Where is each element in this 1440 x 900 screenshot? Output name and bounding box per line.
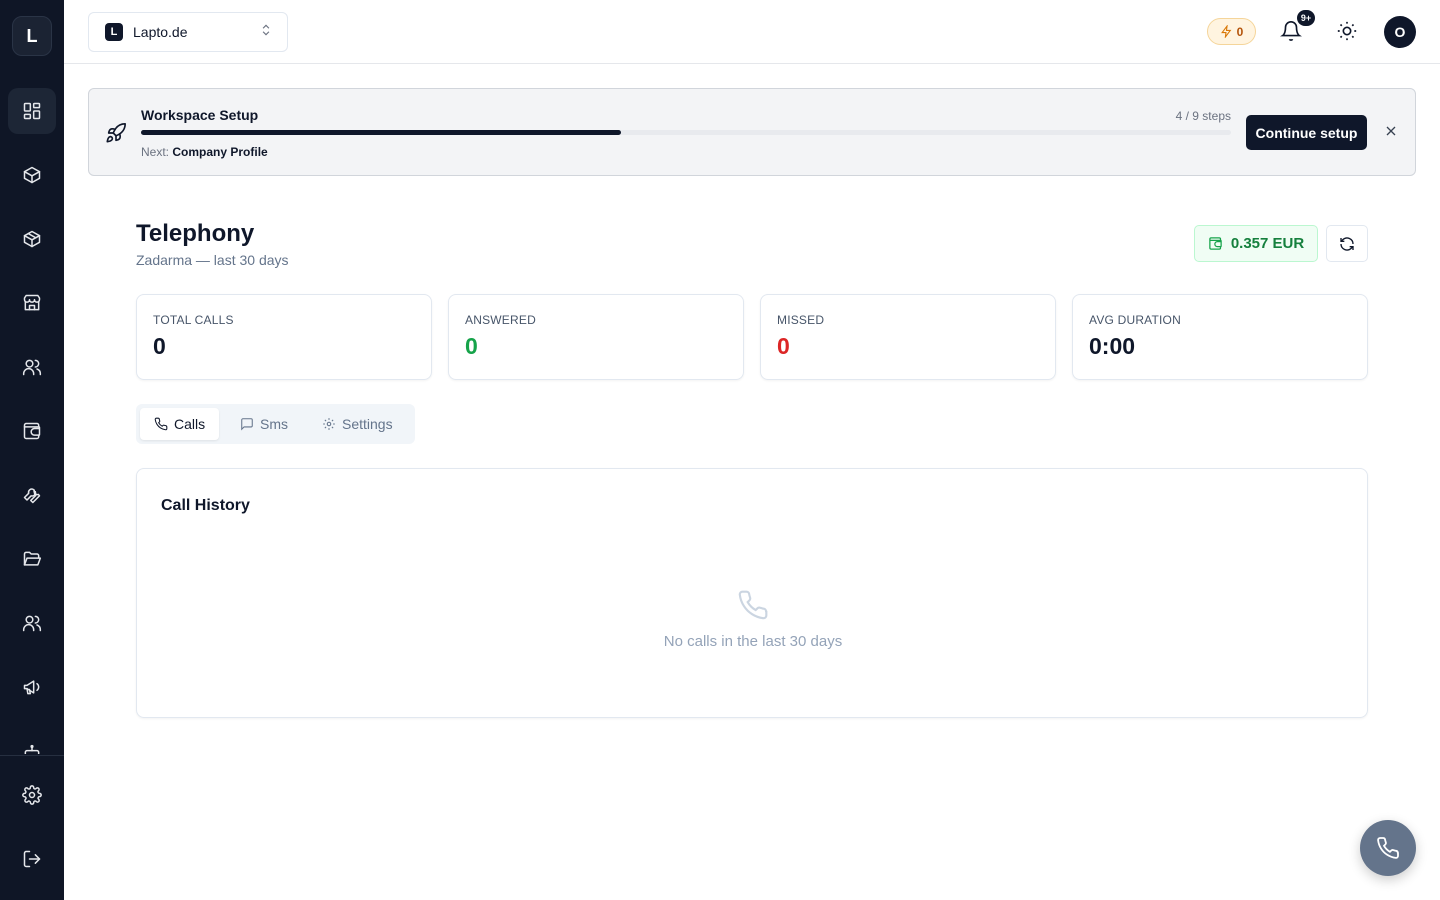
- sidebar-item-wallet[interactable]: [8, 408, 56, 454]
- sidebar-item-tools[interactable]: [8, 472, 56, 518]
- stat-value: 0: [777, 333, 790, 359]
- tab-sms[interactable]: Sms: [226, 408, 302, 440]
- sidebar-item-dashboard[interactable]: [8, 88, 56, 134]
- stat-card-missed: MISSED 0: [760, 294, 1056, 380]
- sidebar-item-settings[interactable]: [8, 772, 56, 818]
- stat-label: AVG DURATION: [1089, 313, 1181, 327]
- tab-label: Calls: [174, 416, 206, 432]
- sidebar-divider: [0, 755, 64, 756]
- setup-next-value: Company Profile: [172, 145, 268, 159]
- continue-setup-button[interactable]: Continue setup: [1246, 115, 1367, 150]
- message-icon: [241, 418, 253, 431]
- stat-label: TOTAL CALLS: [153, 313, 234, 327]
- sidebar-item-files[interactable]: [8, 536, 56, 582]
- phone-icon: [737, 589, 769, 626]
- balance-value: 0.357 EUR: [1230, 235, 1305, 252]
- team-icon: [22, 615, 42, 632]
- sidebar-item-marketing[interactable]: [8, 664, 56, 710]
- gear-icon: [323, 418, 335, 430]
- workspace-name: Lapto.de: [133, 24, 188, 40]
- sidebar-item-more[interactable]: [8, 728, 56, 754]
- sun-icon: [1337, 21, 1357, 41]
- tab-label: Sms: [260, 416, 288, 432]
- stat-value: 0: [465, 333, 478, 359]
- store-icon: [23, 294, 41, 311]
- call-history-title: Call History: [161, 497, 250, 514]
- dashboard-icon: [23, 102, 41, 120]
- setup-steps: 4 / 9 steps: [1175, 109, 1231, 123]
- refresh-button[interactable]: [1326, 225, 1368, 262]
- folder-open-icon: [23, 551, 42, 566]
- gear-icon: [22, 785, 42, 805]
- notifications-badge: 9+: [1297, 10, 1315, 26]
- stat-card-total-calls: TOTAL CALLS 0: [136, 294, 432, 380]
- sidebar-item-logout[interactable]: [8, 836, 56, 882]
- megaphone-icon: [23, 680, 40, 695]
- balance-badge: 0.357 EUR: [1194, 225, 1318, 262]
- rocket-icon: [105, 122, 127, 149]
- close-setup-button[interactable]: [1383, 123, 1399, 144]
- setup-progress-fill: [141, 130, 621, 135]
- workspace-setup-banner: Workspace Setup 4 / 9 steps Next: Compan…: [88, 88, 1416, 176]
- chevrons-up-down-icon: [259, 23, 273, 42]
- wrench-icon: [23, 488, 41, 504]
- sidebar: L: [0, 0, 64, 900]
- empty-state-text: No calls in the last 30 days: [663, 633, 843, 650]
- phone-icon: [154, 417, 168, 431]
- box-icon: [23, 230, 41, 248]
- refresh-icon: [1340, 236, 1354, 251]
- tab-list: Calls Sms Settings: [136, 404, 415, 444]
- setup-progress-bar: [141, 130, 1231, 135]
- close-icon: [1386, 126, 1396, 136]
- wallet-icon: [1209, 237, 1222, 250]
- floating-call-button[interactable]: [1360, 820, 1416, 876]
- stat-value: 0: [153, 333, 166, 359]
- sidebar-item-store[interactable]: [8, 280, 56, 326]
- stat-label: ANSWERED: [465, 313, 536, 327]
- call-history-card: Call History No calls in the last 30 day…: [136, 468, 1368, 718]
- stat-value: 0:00: [1089, 333, 1136, 359]
- setup-title: Workspace Setup: [141, 107, 259, 123]
- sidebar-item-inventory[interactable]: [8, 216, 56, 262]
- stat-card-avg-duration: AVG DURATION 0:00: [1072, 294, 1368, 380]
- package-icon: [23, 166, 41, 184]
- credits-badge[interactable]: 0: [1207, 18, 1256, 45]
- users-icon: [22, 359, 42, 376]
- sidebar-item-team[interactable]: [8, 600, 56, 646]
- logout-icon: [23, 850, 41, 868]
- setup-next-label: Next:: [141, 145, 170, 159]
- workspace-selector[interactable]: L Lapto.de: [88, 12, 288, 52]
- stat-label: MISSED: [777, 313, 825, 327]
- sidebar-item-products[interactable]: [8, 152, 56, 198]
- lightning-icon: [1220, 25, 1232, 38]
- user-avatar[interactable]: O: [1384, 16, 1416, 48]
- theme-toggle[interactable]: [1336, 20, 1360, 44]
- wallet-icon: [23, 422, 41, 440]
- tab-settings[interactable]: Settings: [308, 408, 407, 440]
- workspace-badge: L: [105, 23, 123, 41]
- topbar: L Lapto.de 0 9+ O: [64, 0, 1440, 64]
- tab-label: Settings: [342, 416, 393, 432]
- app-logo[interactable]: L: [12, 16, 52, 56]
- tab-calls[interactable]: Calls: [140, 408, 220, 440]
- stat-card-answered: ANSWERED 0: [448, 294, 744, 380]
- sidebar-item-contacts[interactable]: [8, 344, 56, 390]
- credits-count: 0: [1236, 24, 1244, 39]
- page-title: Telephony: [136, 220, 255, 247]
- bot-icon: [24, 744, 40, 754]
- phone-icon: [1377, 837, 1399, 859]
- setup-next-step: Next: Company Profile: [141, 145, 268, 159]
- page-subtitle: Zadarma — last 30 days: [136, 252, 289, 268]
